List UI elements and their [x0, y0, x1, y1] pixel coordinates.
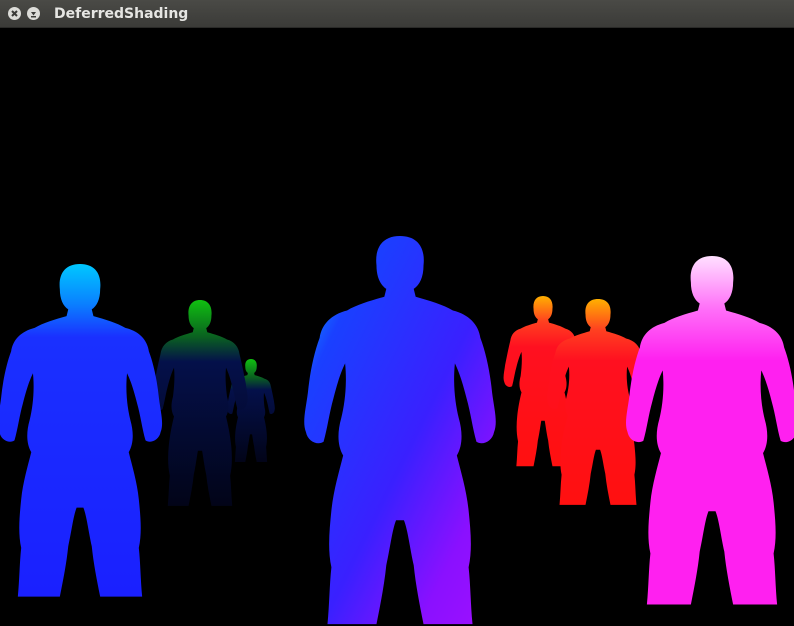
figure-blue-center	[304, 236, 496, 625]
close-button[interactable]	[8, 7, 21, 20]
render-viewport[interactable]	[0, 28, 794, 626]
figure-magenta-right	[626, 256, 794, 605]
close-icon	[11, 10, 18, 17]
app-window: DeferredShading	[0, 0, 794, 626]
scene-canvas	[0, 236, 794, 625]
minimize-icon	[31, 12, 36, 18]
figure-blue-left	[0, 264, 163, 597]
title-bar[interactable]: DeferredShading	[0, 0, 794, 28]
window-title: DeferredShading	[54, 6, 189, 22]
minimize-button[interactable]	[27, 7, 40, 20]
